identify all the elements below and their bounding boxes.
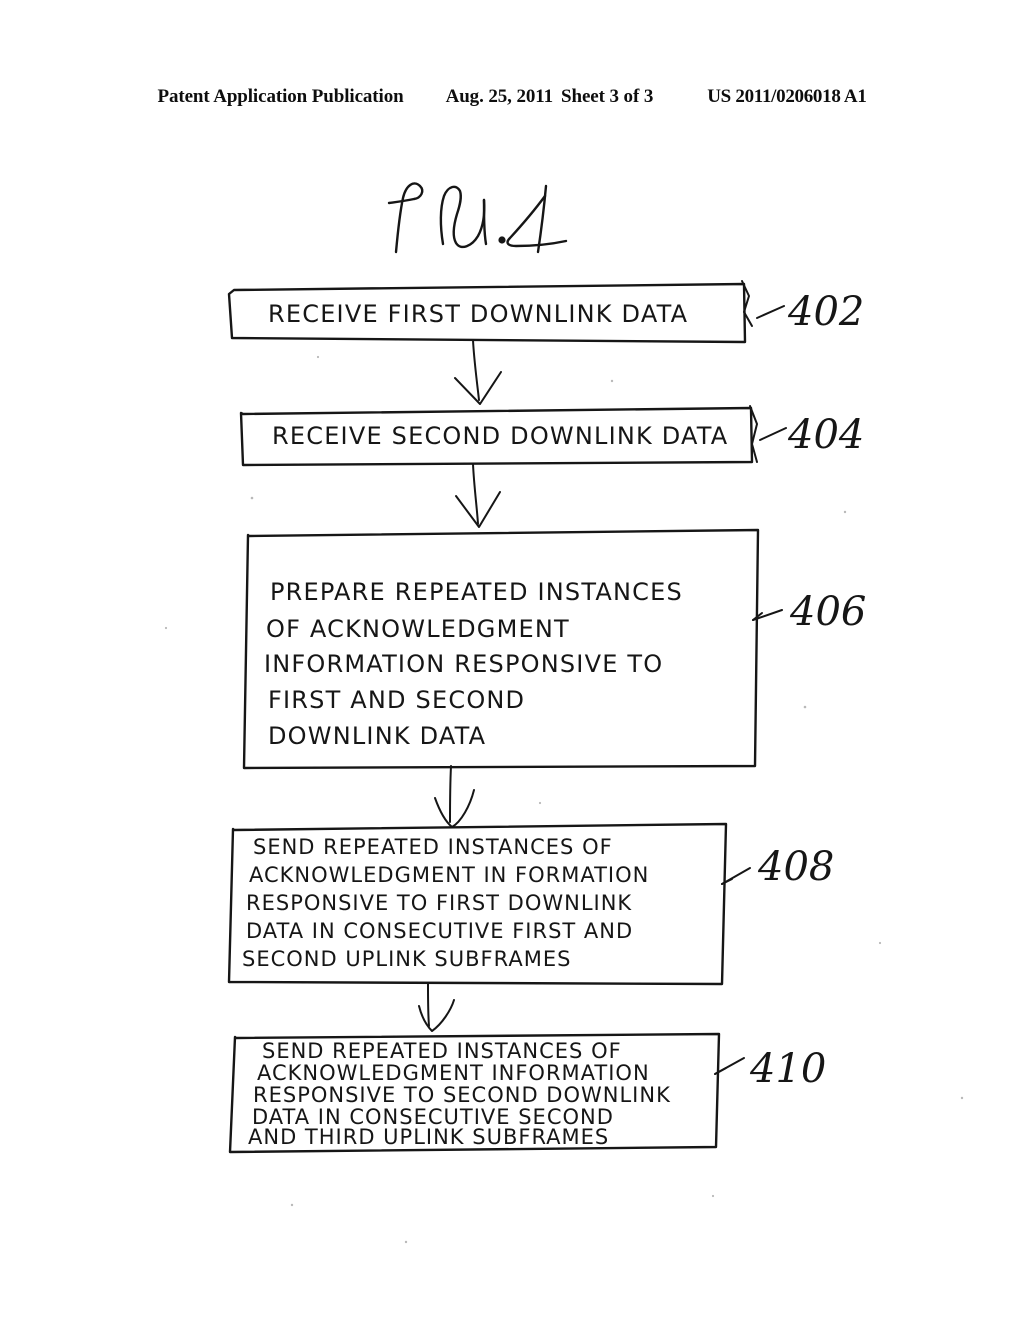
step-404-leader — [749, 405, 787, 463]
ref-numeral-410: 410 — [749, 1046, 826, 1092]
step-408-ref-numeral: 408 — [757, 844, 834, 890]
step-408-line-2: RESPONSIVE TO FIRST DOWNLINK — [246, 891, 632, 915]
step-408-leader — [721, 867, 751, 885]
step-410-line-4: AND THIRD UPLINK SUBFRAMES — [248, 1125, 609, 1149]
step-box-406: PREPARE REPEATED INSTANCES OF ACKNOWLEDG… — [242, 528, 760, 770]
step-404-line-0: RECEIVE SECOND DOWNLINK DATA — [272, 422, 728, 450]
connector-402-404 — [454, 339, 502, 405]
step-box-410: SEND REPEATED INSTANCES OF ACKNOWLEDGMEN… — [228, 1032, 721, 1154]
ref-numeral-406: 406 — [789, 589, 866, 635]
step-410-line-0: SEND REPEATED INSTANCES OF — [262, 1039, 622, 1063]
figure-title: FIG. 4 — [387, 182, 568, 254]
step-406-ref-numeral: 406 — [789, 589, 866, 635]
step-408-line-1: ACKNOWLEDGMENT IN FORMATION — [249, 863, 649, 887]
step-408-line-4: SECOND UPLINK SUBFRAMES — [242, 947, 571, 971]
ref-numeral-402: 402 — [787, 289, 864, 335]
step-406-line-4: DOWNLINK DATA — [268, 722, 486, 750]
step-406-line-3: FIRST AND SECOND — [268, 686, 525, 714]
step-box-408: SEND REPEATED INSTANCES OF ACKNOWLEDGMEN… — [227, 822, 728, 986]
step-410-ref-numeral: 410 — [749, 1046, 826, 1092]
step-406-line-1: OF ACKNOWLEDGMENT — [266, 615, 570, 643]
step-402-ref-numeral: 402 — [787, 289, 864, 335]
step-406-line-0: PREPARE REPEATED INSTANCES — [270, 578, 683, 606]
figure-drawing: FIG. 4 RECEIVE FIRST DOWNLINK DATA 402 R… — [0, 0, 1024, 1320]
step-408-line-0: SEND REPEATED INSTANCES OF — [253, 835, 613, 859]
step-410-line-1: ACKNOWLEDGMENT INFORMATION — [257, 1061, 650, 1085]
step-410-line-2: RESPONSIVE TO SECOND DOWNLINK — [253, 1083, 671, 1107]
connector-404-406 — [455, 463, 501, 528]
ref-numeral-404: 404 — [787, 412, 864, 458]
step-408-line-3: DATA IN CONSECUTIVE FIRST AND — [246, 919, 633, 943]
ref-numeral-408: 408 — [757, 844, 834, 890]
connector-408-410 — [418, 983, 455, 1032]
step-402-leader — [741, 280, 785, 327]
connector-406-408 — [434, 765, 475, 828]
step-402-line-0: RECEIVE FIRST DOWNLINK DATA — [268, 300, 688, 328]
step-box-402: RECEIVE FIRST DOWNLINK DATA — [227, 282, 747, 344]
step-404-ref-numeral: 404 — [787, 412, 864, 458]
step-406-line-2: INFORMATION RESPONSIVE TO — [264, 650, 663, 678]
step-box-404: RECEIVE SECOND DOWNLINK DATA — [239, 406, 754, 467]
